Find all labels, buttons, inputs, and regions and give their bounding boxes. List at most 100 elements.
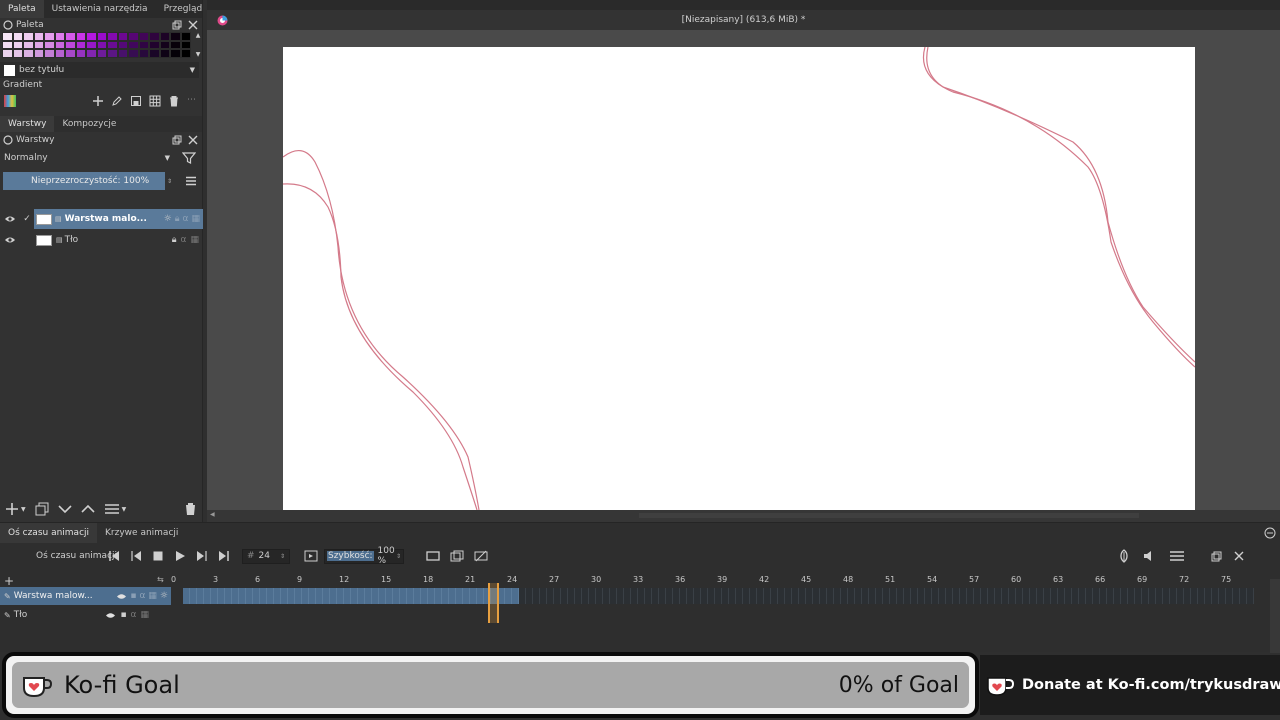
add-layer-icon[interactable]: + (4, 574, 14, 588)
frame-cell[interactable] (687, 588, 694, 604)
palette-swatch[interactable] (170, 32, 181, 41)
frame-cell[interactable] (960, 588, 967, 604)
alpha-icon[interactable]: α (139, 591, 145, 601)
frame-cell[interactable] (764, 588, 771, 604)
palette-swatch[interactable] (107, 32, 118, 41)
eye-icon[interactable] (116, 591, 127, 601)
frame-cell[interactable] (365, 588, 372, 604)
frame-cell[interactable] (1142, 588, 1149, 604)
palette-swatch[interactable] (54, 32, 65, 41)
chevron-down-icon[interactable]: ▼ (190, 66, 199, 74)
chevron-down-icon[interactable]: ▼ (122, 506, 127, 513)
frame-cell[interactable] (932, 588, 939, 604)
frame-cell[interactable] (533, 588, 540, 604)
play-icon[interactable] (174, 550, 186, 562)
inherit-alpha-icon[interactable]: ▦ (140, 610, 149, 620)
palette-swatch[interactable] (54, 49, 65, 58)
frame-cell[interactable] (1233, 588, 1240, 604)
frame-cell[interactable] (540, 588, 547, 604)
layer-name[interactable]: Warstwa malo... (65, 214, 147, 224)
frame-cell[interactable] (330, 588, 337, 604)
frame-cell[interactable] (204, 588, 211, 604)
frame-cell[interactable] (946, 588, 953, 604)
frame-cell[interactable] (526, 588, 533, 604)
more-icon[interactable]: ⋯ (187, 95, 196, 107)
frame-cell[interactable] (967, 588, 974, 604)
frame-cell[interactable] (617, 588, 624, 604)
palette-swatch[interactable] (23, 32, 34, 41)
scrollbar-handle[interactable] (639, 513, 1139, 518)
first-frame-icon[interactable] (108, 550, 120, 562)
frame-cell[interactable] (1219, 588, 1226, 604)
palette-swatch[interactable] (107, 49, 118, 58)
palette-swatch[interactable] (180, 32, 191, 41)
palette-swatch[interactable] (180, 49, 191, 58)
eye-icon[interactable] (0, 215, 20, 223)
palette-swatch[interactable] (128, 32, 139, 41)
frame-cell[interactable] (813, 588, 820, 604)
palette-swatch[interactable] (117, 49, 128, 58)
frame-cell[interactable] (512, 588, 519, 604)
frame-cell[interactable] (974, 588, 981, 604)
frame-cell[interactable] (988, 588, 995, 604)
frame-cell[interactable] (1163, 588, 1170, 604)
frame-cell[interactable] (708, 588, 715, 604)
palette-swatch[interactable] (128, 49, 139, 58)
lock-icon[interactable]: ▪ (120, 610, 126, 620)
frame-cell[interactable] (477, 588, 484, 604)
duplicate-layer-icon[interactable] (35, 502, 49, 516)
palette-scrollbar[interactable]: ▲ ▼ (194, 32, 202, 58)
loop-icon[interactable] (304, 550, 318, 562)
frame-cell[interactable] (554, 588, 561, 604)
frame-cell[interactable] (827, 588, 834, 604)
palette-swatch[interactable] (65, 49, 76, 58)
frame-cell[interactable] (890, 588, 897, 604)
layer-name[interactable]: Tło (65, 235, 79, 245)
speed-input[interactable]: Szybkość: 100 % ⇕ (324, 546, 404, 566)
eye-icon[interactable] (105, 610, 116, 620)
frame-cell[interactable] (428, 588, 435, 604)
frame-cell[interactable] (918, 588, 925, 604)
timeline-layer-name[interactable]: Warstwa malow... (14, 591, 93, 601)
frame-cell[interactable] (862, 588, 869, 604)
frame-cell[interactable] (869, 588, 876, 604)
frame-cell[interactable] (449, 588, 456, 604)
frame-cell[interactable] (1058, 588, 1065, 604)
palette-swatch[interactable] (65, 40, 76, 49)
palette-swatch[interactable] (2, 49, 13, 58)
float-icon[interactable] (172, 20, 182, 30)
frame-cell[interactable] (1184, 588, 1191, 604)
palette-swatch[interactable] (33, 49, 44, 58)
frame-cell[interactable] (239, 588, 246, 604)
canvas-paper[interactable] (283, 47, 1195, 510)
frame-cell[interactable] (904, 588, 911, 604)
frame-cell[interactable] (1128, 588, 1135, 604)
frame-cell[interactable] (925, 588, 932, 604)
frame-cell[interactable] (435, 588, 442, 604)
add-icon[interactable] (92, 95, 104, 107)
canvas-horizontal-scrollbar[interactable]: ◀ (207, 510, 1280, 522)
add-layer-icon[interactable] (5, 502, 19, 516)
frame-cell[interactable] (1240, 588, 1247, 604)
tab-palette[interactable]: Paleta (0, 0, 44, 18)
frame-cell[interactable] (498, 588, 505, 604)
layer-row[interactable]: ✓ ▤ Warstwa malo... ☼ 🔒︎ α ▦ (0, 209, 203, 229)
scroll-left-icon[interactable]: ◀ (210, 511, 215, 518)
add-frame-icon[interactable] (426, 550, 440, 562)
frame-cell[interactable] (197, 588, 204, 604)
palette-swatch[interactable] (33, 32, 44, 41)
palette-swatch[interactable] (75, 40, 86, 49)
onion-skins-icon[interactable] (1117, 549, 1131, 563)
palette-swatch[interactable] (86, 49, 97, 58)
frame-cell[interactable] (1135, 588, 1142, 604)
palette-swatch[interactable] (33, 40, 44, 49)
frame-spin-icon[interactable]: ⇕ (280, 553, 285, 560)
frame-cell[interactable] (442, 588, 449, 604)
duplicate-frame-icon[interactable] (450, 550, 464, 562)
frame-cell[interactable] (981, 588, 988, 604)
frame-cell[interactable] (1016, 588, 1023, 604)
frame-cell[interactable] (505, 588, 512, 604)
frame-cell[interactable] (834, 588, 841, 604)
frame-cell[interactable] (771, 588, 778, 604)
palette-swatch[interactable] (170, 40, 181, 49)
